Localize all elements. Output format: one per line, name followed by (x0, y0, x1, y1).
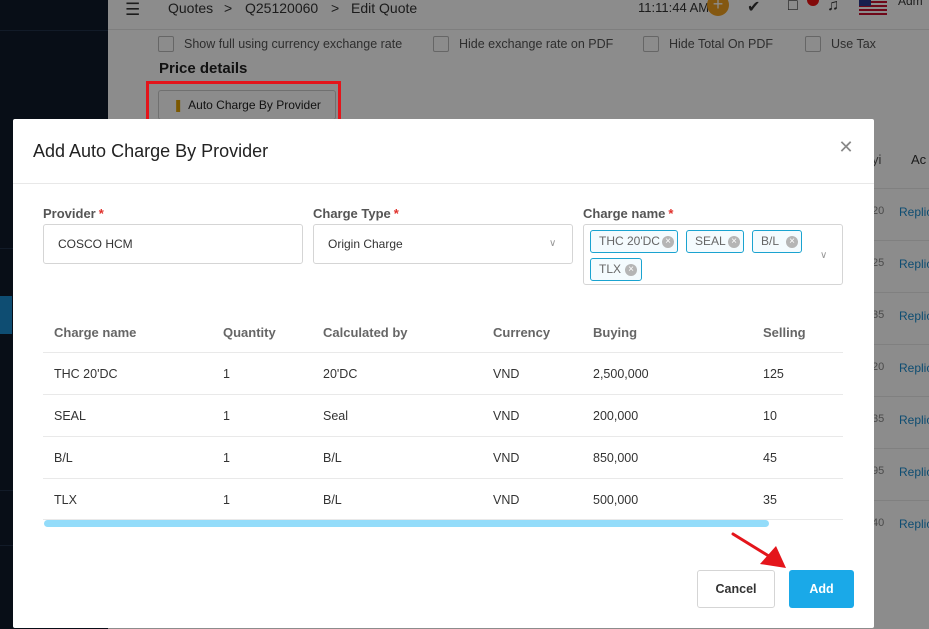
chevron-down-icon[interactable]: ∨ (549, 238, 559, 249)
column-header: Charge name (54, 325, 137, 340)
table-row: SEAL 1 Seal VND 200,000 10 (43, 394, 843, 436)
remove-tag-icon[interactable]: × (625, 264, 637, 276)
charge-type-label: Charge Type * (313, 206, 399, 221)
add-button[interactable]: Add (789, 570, 854, 608)
remove-tag-icon[interactable]: × (786, 236, 798, 248)
column-header: Currency (493, 325, 551, 340)
table-row: THC 20'DC 1 20'DC VND 2,500,000 125 (43, 352, 843, 394)
tag-tlx[interactable]: TLX × (590, 258, 642, 281)
column-header: Calculated by (323, 325, 408, 340)
table-row: B/L 1 B/L VND 850,000 45 (43, 436, 843, 478)
modal-title: Add Auto Charge By Provider (33, 141, 269, 161)
charge-type-select[interactable]: Origin Charge (313, 224, 573, 264)
horizontal-scrollbar-thumb[interactable] (44, 520, 769, 527)
provider-label: Provider * (43, 206, 104, 221)
column-header: Selling (763, 325, 806, 340)
charge-name-label: Charge name * (583, 206, 674, 221)
column-header: Buying (593, 325, 638, 340)
modal-header: Add Auto Charge By Provider ✕ (13, 119, 874, 184)
column-header: Quantity (223, 325, 276, 340)
charge-name-multiselect[interactable]: THC 20'DC × SEAL × B/L × TLX × ∨ (583, 224, 843, 285)
tag-seal[interactable]: SEAL × (686, 230, 744, 253)
cancel-button[interactable]: Cancel (697, 570, 775, 608)
remove-tag-icon[interactable]: × (728, 236, 740, 248)
close-icon[interactable]: ✕ (838, 138, 854, 156)
remove-tag-icon[interactable]: × (662, 236, 674, 248)
tag-bl[interactable]: B/L × (752, 230, 802, 253)
chevron-down-icon[interactable]: ∨ (820, 250, 830, 261)
table-row: TLX 1 B/L VND 500,000 35 (43, 478, 843, 520)
add-auto-charge-modal: Add Auto Charge By Provider ✕ Provider * … (13, 119, 874, 628)
provider-input[interactable]: COSCO HCM (43, 224, 303, 264)
tag-thc-20dc[interactable]: THC 20'DC × (590, 230, 678, 253)
